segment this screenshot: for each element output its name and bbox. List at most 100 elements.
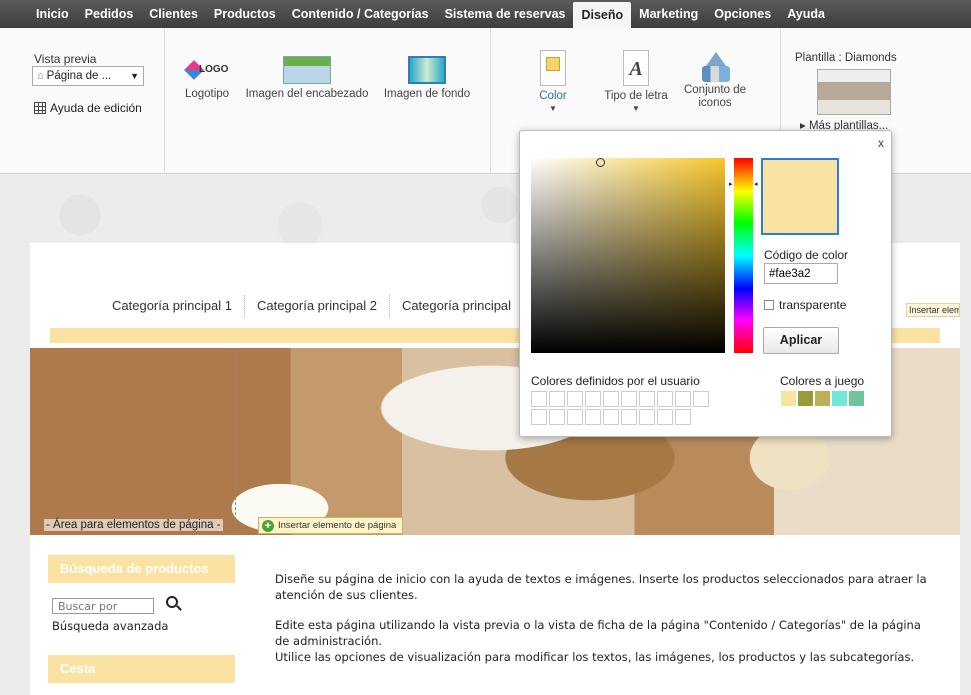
apply-button[interactable]: Aplicar (763, 327, 839, 354)
menu-item-7[interactable]: Marketing (631, 0, 706, 28)
logo-label: Logotipo (184, 88, 230, 100)
transparent-checkbox[interactable]: transparente (764, 298, 846, 312)
font-label: Tipo de letra (604, 90, 668, 102)
saturation-handle[interactable] (596, 158, 605, 167)
matching-color-swatch[interactable] (798, 391, 813, 406)
background-image-icon (408, 56, 446, 84)
menu-item-5[interactable]: Sistema de reservas (437, 0, 574, 28)
user-color-swatch[interactable] (657, 391, 673, 407)
user-color-swatch[interactable] (693, 391, 709, 407)
product-search-title: Búsqueda de productos (48, 555, 235, 583)
search-input[interactable] (52, 598, 154, 614)
grid-icon (34, 102, 46, 114)
hue-marker-right-icon[interactable]: ◂ (754, 180, 758, 188)
user-colors-label: Colores definidos por el usuario (531, 374, 700, 388)
background-image-button[interactable]: Imagen de fondo (379, 56, 475, 101)
background-image-label: Imagen de fondo (383, 88, 471, 100)
search-icon[interactable] (166, 596, 178, 608)
selected-color-preview (761, 158, 839, 235)
icon-set-button[interactable]: Conjunto de iconos (677, 50, 753, 110)
menu-item-8[interactable]: Opciones (706, 0, 779, 28)
color-picker-popup: x ▸ ◂ Código de color transparente Aplic… (519, 130, 892, 437)
category-nav: Categoría principal 1 Categoría principal… (100, 295, 523, 317)
user-color-swatch[interactable] (639, 391, 655, 407)
user-color-swatch[interactable] (675, 391, 691, 407)
user-color-swatch[interactable] (585, 409, 601, 425)
menu-item-1[interactable]: Pedidos (77, 0, 142, 28)
page-element-area-divider (235, 348, 236, 535)
plus-icon: + (262, 519, 274, 532)
header-image-label: Imagen del encabezado (245, 88, 369, 100)
matching-colors-label: Colores a juego (780, 374, 865, 388)
home-text: Diseñe su página de inicio con la ayuda … (275, 571, 935, 665)
user-color-swatch[interactable] (549, 391, 565, 407)
user-color-swatch[interactable] (657, 409, 673, 425)
menu-item-2[interactable]: Clientes (141, 0, 206, 28)
chevron-down-icon: ▼ (632, 104, 640, 113)
home-text-paragraph-1: Diseñe su página de inicio con la ayuda … (275, 572, 927, 602)
font-button[interactable]: A Tipo de letra ▼ (595, 50, 677, 113)
color-code-input[interactable] (764, 263, 838, 284)
logo-icon: LOGO (184, 58, 229, 84)
matching-color-swatch[interactable] (781, 391, 796, 406)
color-palette-icon (540, 50, 566, 86)
transparent-label: transparente (779, 298, 847, 312)
saturation-value-area[interactable] (531, 158, 725, 353)
logo-button[interactable]: LOGO Logotipo (179, 58, 235, 101)
menu-item-4[interactable]: Contenido / Categorías (284, 0, 437, 28)
user-color-swatch[interactable] (603, 409, 619, 425)
insert-page-element-button[interactable]: + Insertar elemento de página (258, 517, 404, 534)
matching-color-swatch[interactable] (849, 391, 864, 406)
home-text-paragraph-3: Utilice las opciones de visualización pa… (275, 650, 915, 664)
checkbox-icon (764, 300, 774, 310)
user-color-swatch[interactable] (531, 409, 547, 425)
preview-label: Vista previa (34, 52, 97, 66)
close-icon[interactable]: x (878, 136, 884, 150)
icon-set-label-2: iconos (698, 97, 732, 109)
user-color-swatch[interactable] (639, 409, 655, 425)
matching-colors-row (781, 391, 864, 406)
user-color-swatch[interactable] (603, 391, 619, 407)
matching-color-swatch[interactable] (832, 391, 847, 406)
category-nav-item[interactable]: Categoría principal 1 (100, 295, 244, 317)
color-label: Color (539, 90, 567, 102)
font-icon: A (623, 50, 649, 86)
menu-item-0[interactable]: Inicio (28, 0, 77, 28)
icon-set-icon (696, 50, 734, 84)
main-menu: Inicio Pedidos Clientes Productos Contenido … (0, 0, 971, 28)
edit-help-label: Ayuda de edición (50, 101, 142, 115)
menu-item-9[interactable]: Ayuda (779, 0, 833, 28)
header-image-button[interactable]: Imagen del encabezado (241, 56, 373, 101)
insert-page-element-label: Insertar elemento de página (278, 520, 397, 531)
cart-title: Cesta (48, 655, 235, 683)
user-color-swatch[interactable] (621, 409, 637, 425)
matching-color-swatch[interactable] (815, 391, 830, 406)
category-nav-item[interactable]: Categoría principal 2 (243, 295, 389, 317)
edit-help-button[interactable]: Ayuda de edición (34, 101, 142, 115)
user-color-swatch[interactable] (531, 391, 547, 407)
user-color-swatch[interactable] (621, 391, 637, 407)
user-color-swatch[interactable] (567, 409, 583, 425)
category-nav-item[interactable]: Categoría principal (388, 295, 523, 317)
hue-slider[interactable] (734, 158, 753, 353)
ribbon-group-preview: Vista previa ⌂ Página de ... ▼ Ayuda de … (0, 28, 165, 174)
ribbon-group-images: LOGO Logotipo Imagen del encabezado Imag… (165, 28, 491, 174)
icon-set-label-1: Conjunto de (683, 84, 747, 96)
preview-page-select[interactable]: ⌂ Página de ... ▼ (32, 66, 144, 86)
color-button[interactable]: Color ▼ (523, 50, 583, 113)
insert-element-button-right[interactable]: Insertar elemento (906, 303, 960, 317)
page-element-area-label: - Área para elementos de página - (44, 519, 223, 531)
menu-item-3[interactable]: Productos (206, 0, 284, 28)
template-title: Plantilla : Diamonds (795, 52, 897, 64)
menu-item-6[interactable]: Diseño (573, 2, 632, 28)
user-color-swatch[interactable] (567, 391, 583, 407)
advanced-search-link[interactable]: Búsqueda avanzada (52, 619, 168, 633)
home-text-paragraph-2: Edite esta página utilizando la vista pr… (275, 618, 921, 648)
chevron-down-icon: ▼ (549, 104, 557, 113)
hue-marker-left-icon[interactable]: ▸ (729, 180, 733, 188)
user-color-swatch[interactable] (585, 391, 601, 407)
chevron-down-icon: ▼ (130, 71, 139, 81)
user-color-swatch[interactable] (549, 409, 565, 425)
user-color-swatch[interactable] (675, 409, 691, 425)
template-thumbnail[interactable] (817, 69, 891, 115)
